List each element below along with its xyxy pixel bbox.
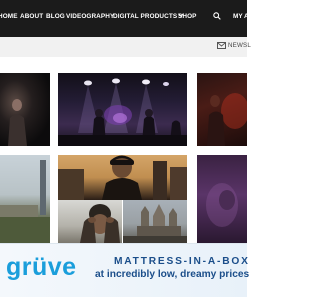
gallery-image[interactable]	[0, 155, 50, 243]
ad-logo[interactable]: grüve	[6, 253, 77, 281]
gallery-image[interactable]	[58, 155, 187, 200]
nav-item-home[interactable]: HOME	[0, 13, 18, 21]
nav-item-shop[interactable]: SHOP	[178, 13, 197, 21]
top-nav: HOME ABOUT BLOG VIDEOGRAPHY DIGITAL PROD…	[0, 0, 249, 37]
gallery-image[interactable]	[58, 200, 122, 243]
nav-item-videography[interactable]: VIDEOGRAPHY	[66, 13, 114, 21]
gallery-image[interactable]	[0, 73, 50, 146]
mail-icon[interactable]	[217, 42, 226, 49]
ad-tagline: at incredibly low, dreamy prices	[95, 269, 250, 280]
newsletter-link[interactable]: NEWSL	[228, 42, 251, 49]
ad-headline: MATTRESS-IN-A-BOX	[114, 256, 250, 267]
search-icon[interactable]	[213, 12, 221, 20]
gallery-image[interactable]	[58, 73, 187, 146]
nav-item-digital-products[interactable]: DIGITAL PRODUCTS	[113, 11, 185, 21]
gallery-image[interactable]	[197, 155, 247, 243]
nav-item-about[interactable]: ABOUT	[20, 13, 43, 21]
nav-item-blog[interactable]: BLOG	[46, 13, 65, 21]
sub-bar	[0, 37, 247, 57]
gallery-image[interactable]	[123, 200, 187, 243]
gallery-image[interactable]	[197, 73, 247, 146]
nav-item-digital-products-label: DIGITAL PRODUCTS	[113, 13, 178, 20]
nav-item-my-account[interactable]: MY A	[233, 13, 249, 20]
